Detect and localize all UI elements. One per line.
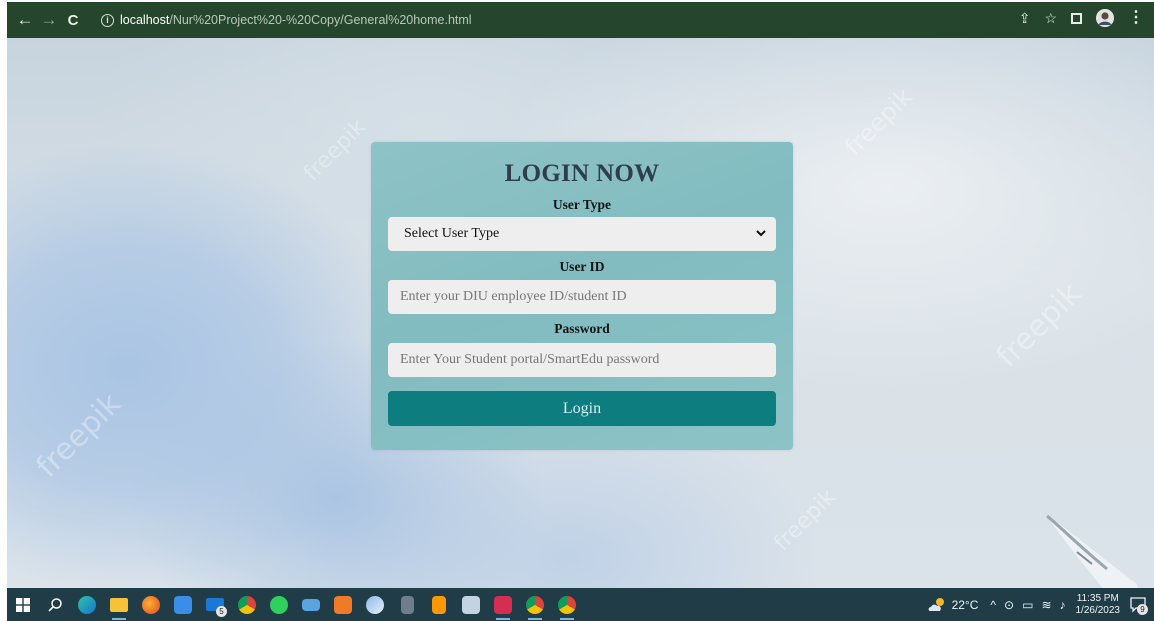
login-button[interactable]: Login — [388, 391, 776, 426]
weather-widget[interactable]: 22°C — [927, 597, 979, 613]
clock[interactable]: 11:35 PM 1/26/2023 — [1076, 593, 1121, 617]
taskbar-chrome[interactable] — [231, 588, 263, 621]
page-viewport: freepik freepik freepik freepik freepik … — [7, 38, 1154, 588]
snipping-tool-icon — [366, 595, 384, 614]
browser-toolbar: ← → C i localhost/Nur%20Project%20-%20Co… — [7, 2, 1154, 38]
sublime-text-icon — [432, 595, 446, 614]
taskbar-sublime[interactable] — [423, 588, 455, 621]
taskbar-mail[interactable]: 5 — [199, 588, 231, 621]
mail-badge: 5 — [216, 606, 227, 617]
forward-arrow-icon: → — [40, 10, 58, 29]
temperature: 22°C — [951, 597, 979, 612]
taskbar-firefox[interactable] — [135, 588, 167, 621]
login-title: LOGIN NOW — [504, 160, 660, 187]
profile-avatar-icon — [1096, 9, 1114, 27]
watermark-text: freepik — [769, 484, 841, 557]
photos-icon — [462, 595, 480, 614]
profile-avatar[interactable] — [1096, 9, 1114, 27]
airplane-image — [1046, 514, 1138, 588]
chevron-down-icon — [756, 230, 766, 237]
back-button[interactable]: ← — [14, 9, 36, 31]
clock-time: 11:35 PM — [1076, 592, 1119, 604]
taskbar-chrome-profile-2[interactable] — [551, 588, 583, 621]
browser-chrome: ← → C i localhost/Nur%20Project%20-%20Co… — [0, 0, 1154, 38]
notification-center-button[interactable]: 9 — [1130, 596, 1148, 615]
watermark-text: freepik — [839, 82, 918, 162]
user-id-label: User ID — [559, 259, 605, 274]
user-type-select[interactable]: Select User Type — [388, 217, 776, 251]
reload-button[interactable]: C — [62, 9, 84, 31]
url-path: /Nur%20Project%20-%20Copy/General%20home… — [169, 13, 472, 27]
toolbar-actions: ⇪ ☆ ⋮ — [1019, 9, 1144, 27]
taskbar-file-explorer[interactable] — [103, 588, 135, 621]
login-card: LOGIN NOW User Type Select User Type Use… — [371, 142, 793, 450]
side-panel-icon[interactable] — [1071, 12, 1082, 24]
taskbar-snipping-tool[interactable] — [359, 588, 391, 621]
clock-date: 1/26/2023 — [1075, 604, 1121, 616]
watermark-text: freepik — [299, 114, 371, 187]
search-button[interactable] — [39, 588, 71, 621]
user-id-placeholder: Enter your DIU employee ID/student ID — [400, 289, 627, 304]
watermark-text: freepik — [989, 276, 1089, 375]
taskbar-whatsapp[interactable] — [263, 588, 295, 621]
site-info-icon[interactable]: i — [101, 13, 114, 27]
folder-icon — [110, 597, 128, 612]
system-tray: 22°C ^ ⊙ ▭ ≋ ♪ 11:35 PM 1/26/2023 9 — [927, 588, 1154, 621]
weather-cloud-sun-icon — [928, 597, 944, 611]
chrome-icon — [238, 595, 256, 614]
taskbar-apps: 5 — [7, 588, 583, 621]
notification-badge: 9 — [1137, 603, 1148, 615]
user-id-input[interactable]: Enter your DIU employee ID/student ID — [388, 280, 776, 314]
calculator-icon — [400, 595, 414, 614]
chrome-profile-icon — [558, 595, 576, 614]
app-stack-icon — [302, 598, 320, 611]
taskbar-store[interactable] — [167, 588, 199, 621]
url-host: localhost — [120, 13, 170, 27]
address-bar[interactable]: i localhost/Nur%20Project%20-%20Copy/Gen… — [97, 9, 1097, 31]
taskbar-calculator[interactable] — [391, 588, 423, 621]
chevron-up-icon[interactable]: ^ — [990, 598, 996, 612]
start-button[interactable] — [7, 588, 39, 621]
xampp-icon — [334, 595, 352, 614]
volume-icon[interactable]: ♪ — [1060, 598, 1066, 612]
password-label: Password — [554, 321, 610, 336]
menu-kebab-icon[interactable]: ⋮ — [1128, 10, 1144, 26]
user-type-selected-value: Select User Type — [404, 226, 500, 241]
windows-logo-icon — [16, 597, 30, 612]
share-icon[interactable]: ⇪ — [1019, 10, 1031, 27]
recorder-icon — [494, 595, 512, 614]
taskbar-xampp[interactable] — [327, 588, 359, 621]
watermark-text: freepik — [29, 386, 129, 485]
chrome-profile-icon — [526, 595, 544, 614]
taskbar-app-stack[interactable] — [295, 588, 327, 621]
taskbar-recorder[interactable] — [487, 588, 519, 621]
meet-now-icon[interactable]: ⊙ — [1004, 598, 1014, 612]
whatsapp-icon — [270, 595, 288, 614]
reload-icon: C — [67, 11, 79, 29]
user-type-label: User Type — [552, 197, 612, 212]
battery-icon[interactable]: ▭ — [1022, 598, 1033, 612]
search-icon — [48, 597, 62, 612]
wifi-icon[interactable]: ≋ — [1041, 598, 1051, 612]
taskbar: 5 22°C ^ ⊙ ▭ ≋ ♪ 11:35 PM 1/26/2023 9 — [7, 588, 1154, 621]
forward-button[interactable]: → — [38, 9, 60, 31]
firefox-icon — [142, 595, 160, 614]
back-arrow-icon: ← — [16, 10, 34, 29]
edge-icon — [78, 595, 96, 614]
taskbar-photos[interactable] — [455, 588, 487, 621]
password-input[interactable]: Enter Your Student portal/SmartEdu passw… — [388, 343, 776, 377]
store-icon — [174, 595, 192, 614]
password-placeholder: Enter Your Student portal/SmartEdu passw… — [400, 352, 660, 367]
bookmark-star-icon[interactable]: ☆ — [1044, 10, 1057, 27]
taskbar-chrome-profile-1[interactable] — [519, 588, 551, 621]
taskbar-edge[interactable] — [71, 588, 103, 621]
